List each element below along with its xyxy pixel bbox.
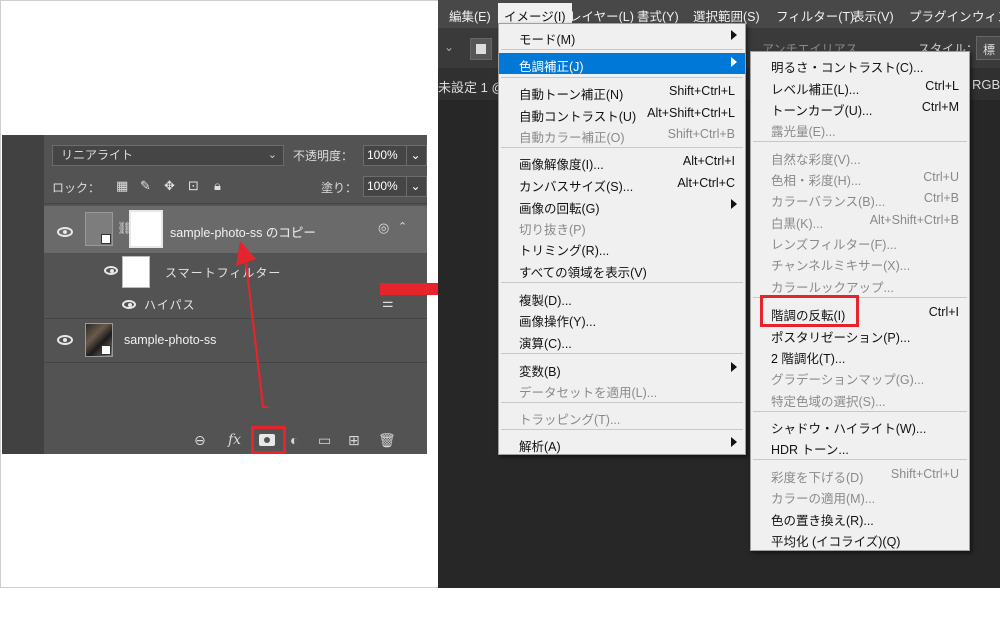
document-tab[interactable]: 未設定 1 @ (438, 77, 505, 96)
menu-item-levels[interactable]: レベル補正(L)... Ctrl+L (751, 76, 969, 97)
menu-plugins[interactable]: プラグイン (909, 6, 972, 25)
menu-item-photo-filter[interactable]: レンズフィルター(F)... (751, 231, 969, 252)
style-select[interactable]: 標 (976, 36, 1000, 60)
menu-view[interactable]: 表示(V) (852, 6, 894, 25)
menu-window[interactable]: ウィン (972, 6, 1000, 25)
menu-item-color-lookup[interactable]: カラールックアップ... (751, 274, 969, 295)
menu-item-channel-mixer[interactable]: チャンネルミキサー(X)... (751, 252, 969, 273)
menu-item-apply-dataset[interactable]: データセットを適用(L)... (499, 379, 745, 400)
menu-item-brightness-contrast[interactable]: 明るさ・コントラスト(C)... (751, 54, 969, 75)
menu-item-auto-color[interactable]: 自動カラー補正(O) Shift+Ctrl+B (499, 124, 745, 145)
menu-item-calculations[interactable]: 演算(C)... (499, 330, 745, 351)
menu-item-canvas-size[interactable]: カンバスサイズ(S)... Alt+Ctrl+C (499, 173, 745, 194)
menu-item-variables[interactable]: 変数(B) (499, 358, 745, 379)
menu-item-reveal-all[interactable]: すべての領域を表示(V) (499, 259, 745, 280)
menu-item-hue-saturation[interactable]: 色相・彩度(H)... Ctrl+U (751, 167, 969, 188)
selection-mode-button[interactable] (470, 38, 492, 60)
menu-item-curves[interactable]: トーンカーブ(U)... Ctrl+M (751, 97, 969, 118)
menu-item-auto-contrast[interactable]: 自動コントラスト(U) Alt+Shift+Ctrl+L (499, 103, 745, 124)
menu-item-vibrance[interactable]: 自然な彩度(V)... (751, 146, 969, 167)
menu-item-crop[interactable]: 切り抜き(P) (499, 216, 745, 237)
menu-item-shadows-highlights[interactable]: シャドウ・ハイライト(W)... (751, 415, 969, 436)
submenu-arrow-icon (731, 199, 737, 209)
submenu-arrow-icon (731, 30, 737, 40)
image-menu-dropdown: モード(M) 色調補正(J) 自動トーン補正(N) Shift+Ctrl+L 自動… (498, 23, 746, 455)
menu-item-image-rotation[interactable]: 画像の回転(G) (499, 195, 745, 216)
menu-item-replace-color[interactable]: 色の置き換え(R)... (751, 507, 969, 528)
highlight-box-invert (760, 295, 859, 327)
menu-item-match-color[interactable]: カラーの適用(M)... (751, 485, 969, 506)
submenu-arrow-icon (731, 57, 737, 67)
menu-item-adjustments[interactable]: 色調補正(J) (499, 53, 745, 74)
menu-item-trim[interactable]: トリミング(R)... (499, 237, 745, 258)
menu-item-color-balance[interactable]: カラーバランス(B)... Ctrl+B (751, 188, 969, 209)
chevron-down-icon[interactable]: ⌄ (444, 40, 454, 54)
menu-item-apply-image[interactable]: 画像操作(Y)... (499, 308, 745, 329)
menu-filter[interactable]: フィルター(T) (776, 6, 854, 25)
photoshop-window: 編集(E) イメージ(I) レイヤー(L) 書式(Y) 選択範囲(S) フィルタ… (438, 0, 1000, 588)
menu-item-posterize[interactable]: ポスタリゼーション(P)... (751, 324, 969, 345)
menu-item-hdr-toning[interactable]: HDR トーン... (751, 436, 969, 457)
menu-item-desaturate[interactable]: 彩度を下げる(D) Shift+Ctrl+U (751, 464, 969, 485)
arrow-up-annotation (236, 241, 271, 408)
menu-item-exposure[interactable]: 露光量(E)... (751, 118, 969, 139)
menu-item-black-white[interactable]: 白黒(K)... Alt+Shift+Ctrl+B (751, 210, 969, 231)
submenu-arrow-icon (731, 437, 737, 447)
menu-item-equalize[interactable]: 平均化 (イコライズ)(Q) (751, 528, 969, 549)
submenu-arrow-icon (731, 362, 737, 372)
document-color-mode: RGB/ (972, 77, 1000, 92)
adjustments-submenu: 明るさ・コントラスト(C)... レベル補正(L)... Ctrl+L トーンカー… (750, 51, 970, 551)
menu-item-gradient-map[interactable]: グラデーションマップ(G)... (751, 366, 969, 387)
menu-item-trap[interactable]: トラッピング(T)... (499, 406, 745, 427)
menu-item-image-size[interactable]: 画像解像度(I)... Alt+Ctrl+I (499, 151, 745, 172)
menu-item-mode[interactable]: モード(M) (499, 26, 745, 47)
menu-item-auto-tone[interactable]: 自動トーン補正(N) Shift+Ctrl+L (499, 81, 745, 102)
menu-edit[interactable]: 編集(E) (449, 6, 491, 25)
menu-item-selective-color[interactable]: 特定色域の選択(S)... (751, 388, 969, 409)
menu-item-duplicate[interactable]: 複製(D)... (499, 287, 745, 308)
arrow-right-shaft (380, 283, 438, 295)
menu-item-threshold[interactable]: 2 階調化(T)... (751, 345, 969, 366)
menu-item-analysis[interactable]: 解析(A) (499, 433, 745, 454)
